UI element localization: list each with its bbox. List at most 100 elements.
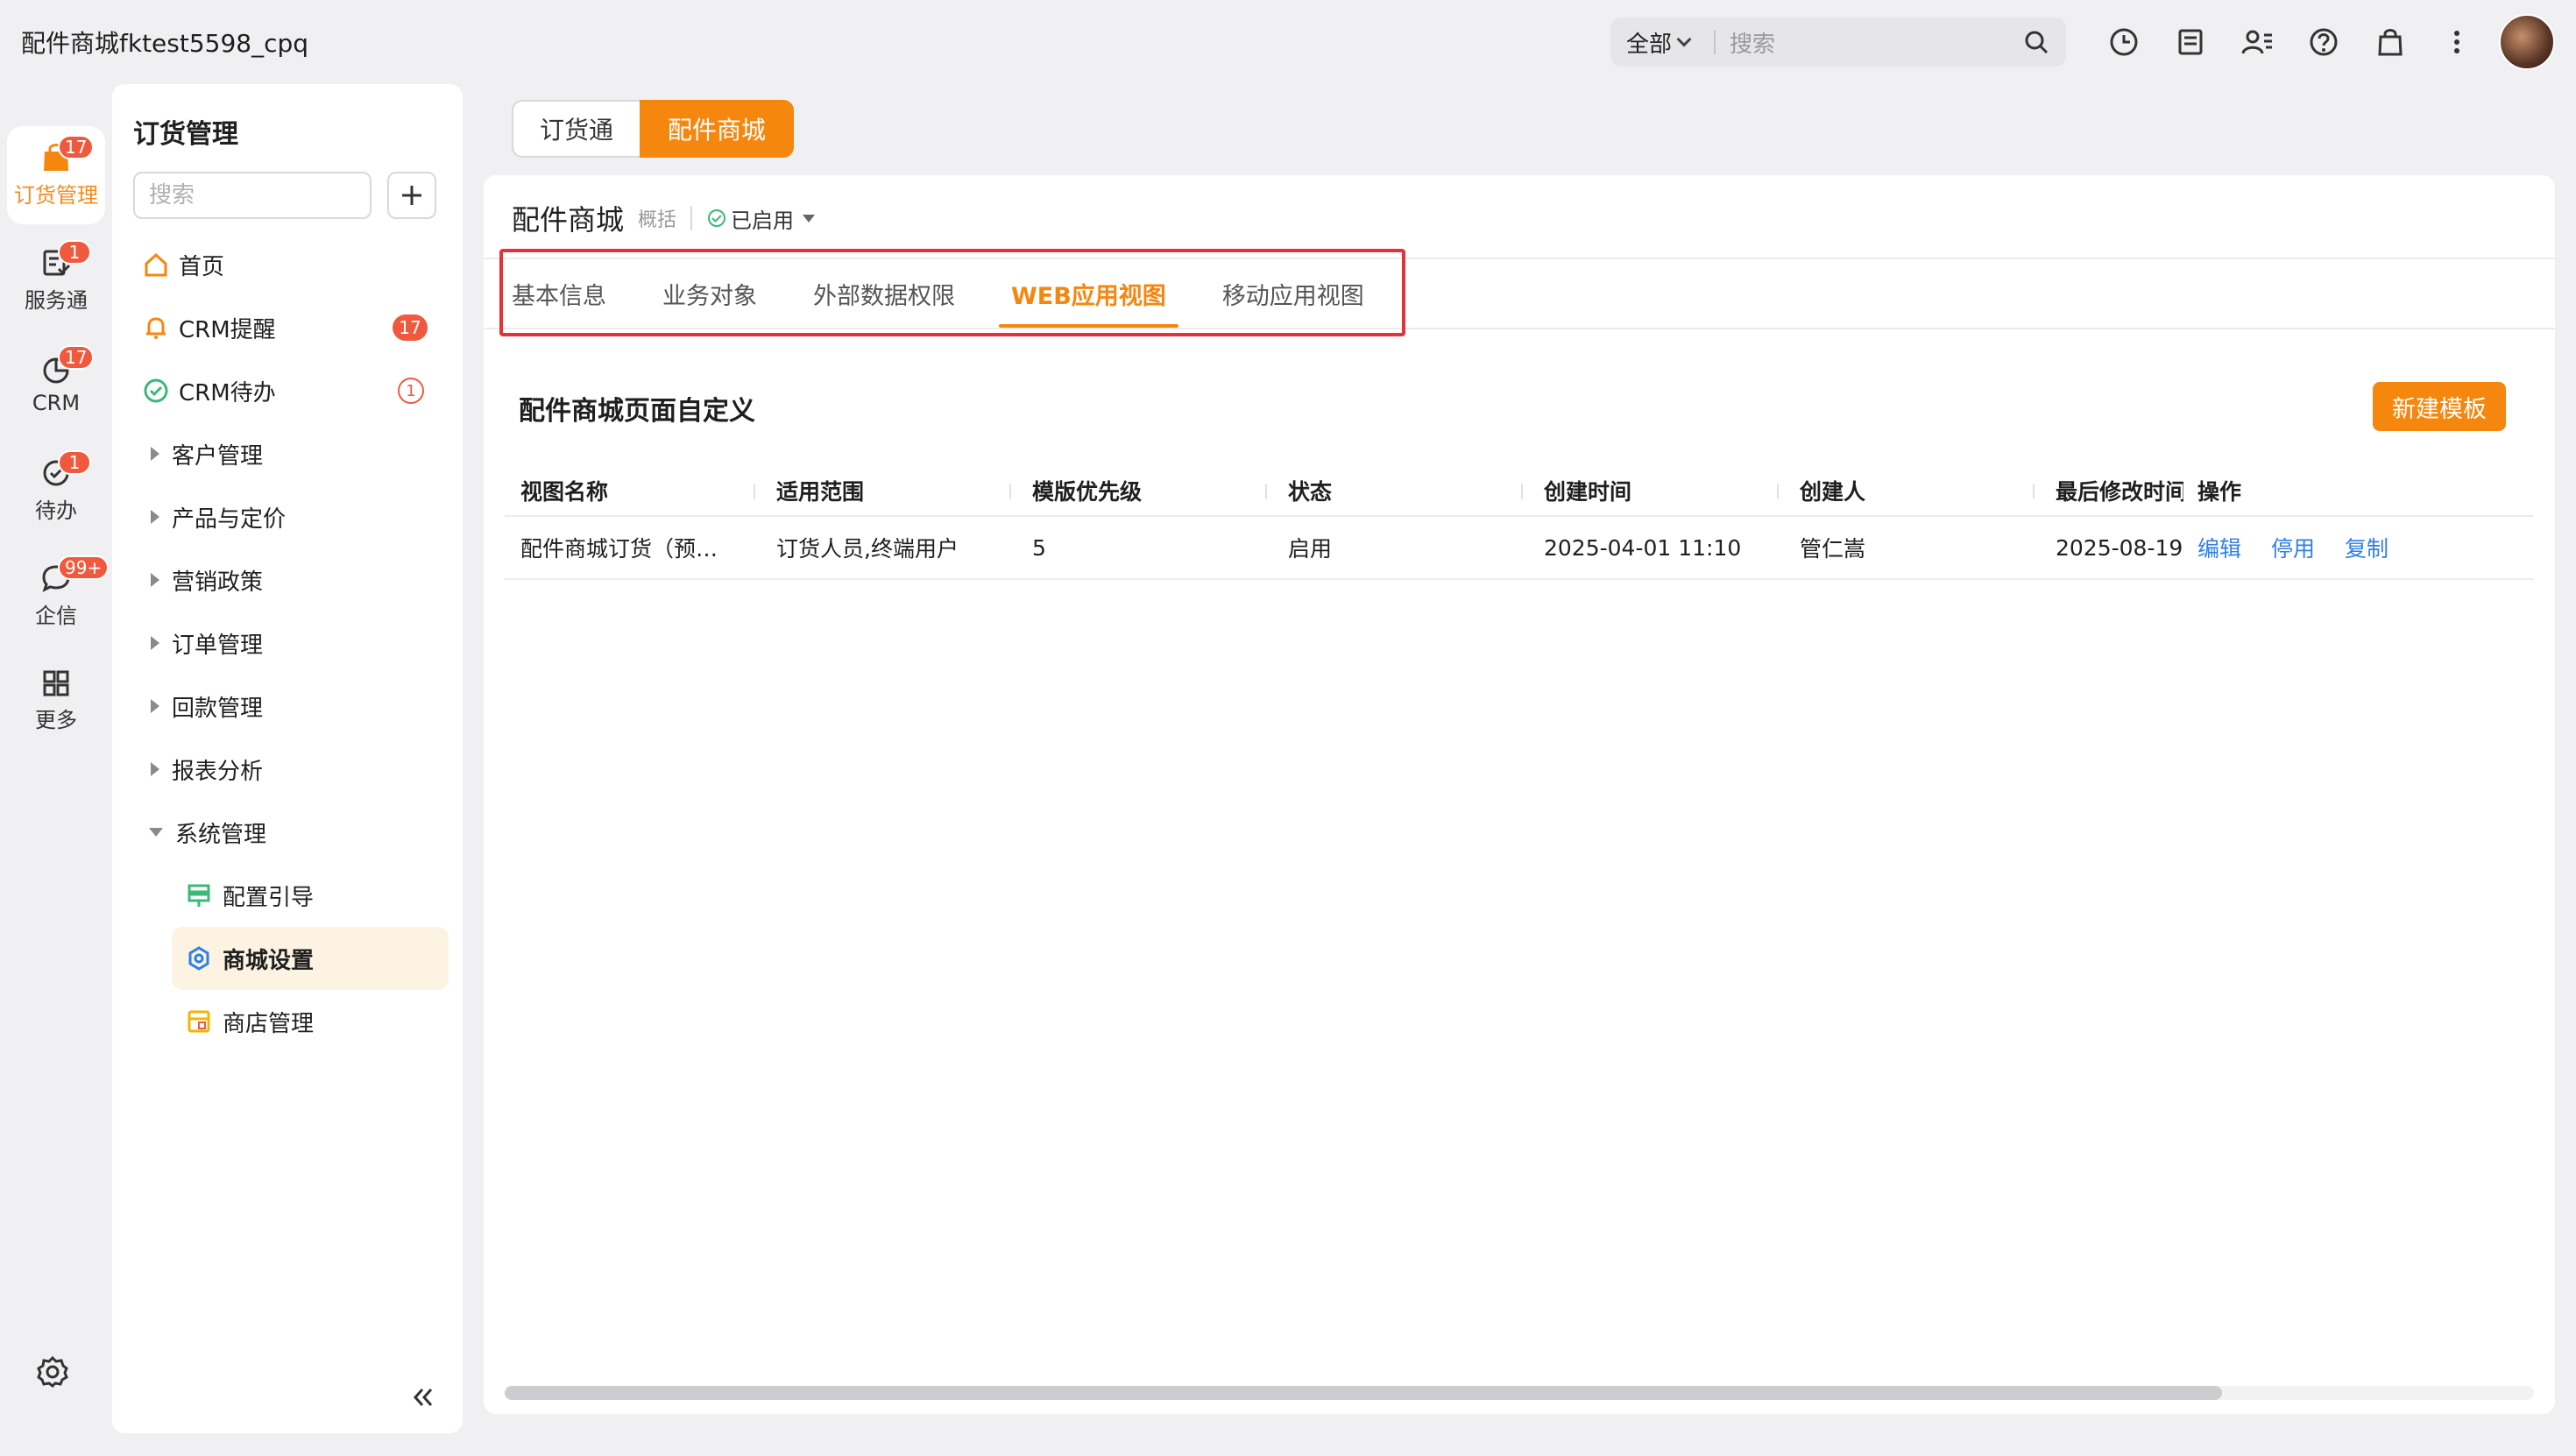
column-divider[interactable] <box>1777 484 1779 499</box>
tab-ordering[interactable]: 订货通 <box>512 100 640 158</box>
scrollbar-thumb[interactable] <box>505 1386 2222 1400</box>
table-row[interactable]: 配件商城订货（预… 订货人员,终端用户 5 启用 2025-04-01 11:1… <box>505 517 2534 580</box>
settings-tabs: 基本信息 业务对象 外部数据权限 WEB应用视图 移动应用视图 <box>512 259 1364 328</box>
menu-item-reports[interactable]: 报表分析 <box>140 745 435 794</box>
signpost-icon <box>184 880 214 910</box>
menu-subitem-mall-settings[interactable]: 商城设置 <box>172 927 449 990</box>
column-header[interactable]: 状态 <box>1288 466 1332 515</box>
page-header: 配件商城 概括 已启用 <box>512 198 816 238</box>
chevron-down-icon <box>1676 32 1692 47</box>
cell-created-time: 2025-04-01 11:10 <box>1544 534 1742 561</box>
rail-badge: 17 <box>58 135 95 159</box>
caret-down-icon <box>149 828 163 837</box>
top-bar: 配件商城fktest5598_cpq 全部 搜索 <box>0 0 2576 84</box>
views-table: 视图名称 适用范围 模版优先级 状态 创建时间 创建人 最后修改时间 操作 配件… <box>505 466 2534 580</box>
edit-link[interactable]: 编辑 <box>2197 532 2241 563</box>
rail-item-label: 服务通 <box>25 287 88 313</box>
column-divider[interactable] <box>2033 484 2035 499</box>
gear-icon[interactable] <box>35 1354 77 1396</box>
copy-link[interactable]: 复制 <box>2345 532 2388 563</box>
history-clock-icon[interactable] <box>2103 21 2145 63</box>
count-badge: 1 <box>398 378 424 404</box>
cell-status: 启用 <box>1288 536 1333 562</box>
tab-parts-mall[interactable]: 配件商城 <box>640 100 795 158</box>
menu-item-label: 报表分析 <box>172 758 264 785</box>
search-icon[interactable] <box>2019 25 2054 60</box>
column-header[interactable]: 创建人 <box>1800 466 1865 515</box>
disable-link[interactable]: 停用 <box>2271 532 2315 563</box>
divider <box>1714 30 1716 54</box>
caret-right-icon <box>151 699 159 713</box>
column-header[interactable]: 最后修改时间 <box>2056 466 2183 515</box>
inbox-icon[interactable] <box>2169 21 2212 63</box>
caret-right-icon <box>151 510 159 524</box>
rail-item-label: 企信 <box>35 603 77 628</box>
app-title: 配件商城fktest5598_cpq <box>21 29 309 58</box>
search-input[interactable]: 搜索 <box>1730 26 2019 59</box>
tab-external-data-permissions[interactable]: 外部数据权限 <box>813 259 955 328</box>
status-label: 已启用 <box>731 208 795 233</box>
menu-item-crm-reminder[interactable]: CRM提醒 17 <box>140 303 435 352</box>
menu-item-home[interactable]: 首页 <box>140 240 435 289</box>
rail-item-messaging[interactable]: 企信 99+ <box>7 547 110 645</box>
column-divider[interactable] <box>754 484 755 499</box>
column-header[interactable]: 创建时间 <box>1544 466 1631 515</box>
global-search[interactable]: 全部 搜索 <box>1610 18 2066 67</box>
column-header[interactable]: 视图名称 <box>520 466 608 515</box>
rail-item-ordering[interactable]: 订货管理 17 <box>7 126 105 224</box>
new-template-button[interactable]: 新建模板 <box>2373 382 2506 431</box>
rail-item-label: 更多 <box>35 707 77 732</box>
menu-subitem-setup-guide[interactable]: 配置引导 <box>172 864 449 927</box>
caret-down-icon <box>803 214 816 223</box>
horizontal-scrollbar[interactable] <box>505 1386 2534 1400</box>
grid-icon <box>43 670 69 696</box>
store-icon <box>184 1007 214 1036</box>
column-divider[interactable] <box>1521 484 1523 499</box>
search-scope-select[interactable]: 全部 <box>1610 26 1714 59</box>
menu-item-marketing-policy[interactable]: 营销政策 <box>140 555 435 604</box>
rail-item-label: 待办 <box>35 498 77 523</box>
menu-item-crm-todo[interactable]: CRM待办 1 <box>140 366 435 415</box>
help-icon[interactable] <box>2303 21 2345 63</box>
menu-item-orders[interactable]: 订单管理 <box>140 618 435 668</box>
more-vertical-icon[interactable] <box>2436 21 2478 63</box>
menu-item-label: 配置引导 <box>223 884 315 911</box>
menu-item-label: 商店管理 <box>223 1010 315 1037</box>
column-header: 操作 <box>2197 479 2242 505</box>
main-panel: 配件商城 概括 已启用 基本信息 业务对象 外部数据权限 WEB应用视图 移动应… <box>484 175 2555 1414</box>
menu-subitem-store-management[interactable]: 商店管理 <box>172 990 449 1053</box>
column-header[interactable]: 模版优先级 <box>1032 466 1142 515</box>
check-circle-icon <box>708 209 726 227</box>
rail-item-more[interactable]: 更多 <box>7 652 105 750</box>
tab-business-objects[interactable]: 业务对象 <box>662 259 757 328</box>
page-title: 配件商城 <box>512 203 625 237</box>
add-button[interactable] <box>387 172 436 219</box>
menu-search-input[interactable]: 搜索 <box>133 172 372 219</box>
status-dropdown[interactable]: 已启用 <box>706 203 816 234</box>
column-header[interactable]: 适用范围 <box>776 466 864 515</box>
menu-item-customer[interactable]: 客户管理 <box>140 429 435 478</box>
column-divider[interactable] <box>1009 484 1011 499</box>
side-menu-title: 订货管理 <box>133 119 238 150</box>
menu-item-system[interactable]: 系统管理 <box>140 808 435 857</box>
menu-item-payments[interactable]: 回款管理 <box>140 682 435 731</box>
rail-badge: 17 <box>58 345 95 370</box>
column-divider[interactable] <box>1265 484 1267 499</box>
divider <box>484 328 2555 329</box>
collapse-sidebar-icon[interactable] <box>408 1382 443 1417</box>
tab-mobile-app-view[interactable]: 移动应用视图 <box>1222 259 1364 328</box>
menu-item-product-pricing[interactable]: 产品与定价 <box>140 492 435 541</box>
rail-item-service[interactable]: 服务通 1 <box>7 231 105 329</box>
tab-web-app-view[interactable]: WEB应用视图 <box>999 259 1178 328</box>
tab-basic-info[interactable]: 基本信息 <box>512 259 606 328</box>
cell-scope: 订货人员,终端用户 <box>776 536 959 562</box>
section-title: 配件商城页面自定义 <box>519 396 755 427</box>
user-avatar[interactable] <box>2499 14 2555 70</box>
menu-item-label: 客户管理 <box>172 442 264 470</box>
rail-item-crm[interactable]: CRM 17 <box>7 336 105 435</box>
cell-priority: 5 <box>1032 534 1046 561</box>
contacts-icon[interactable] <box>2236 21 2278 63</box>
menu-item-label: CRM提醒 <box>179 316 276 343</box>
rail-item-todo[interactable]: 待办 1 <box>7 442 105 540</box>
shopping-bag-icon[interactable] <box>2369 21 2411 63</box>
